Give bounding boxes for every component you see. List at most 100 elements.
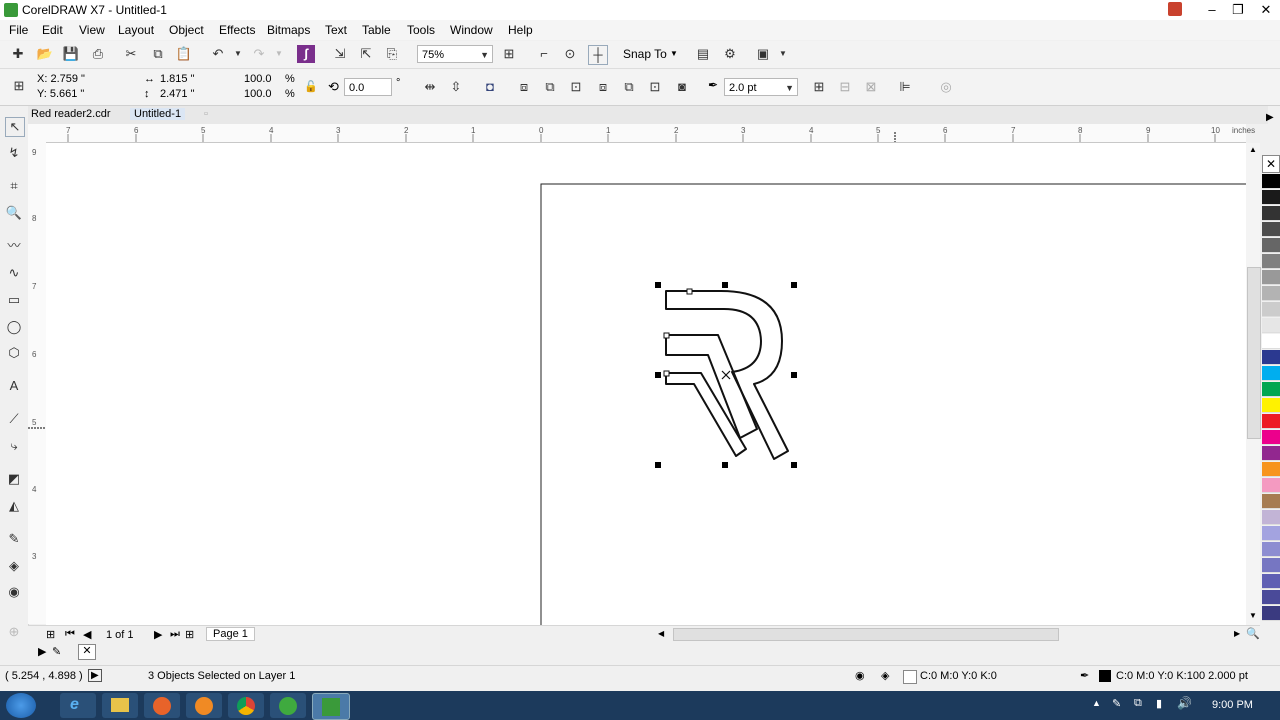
interactive-fill-icon[interactable]: ◈ <box>5 557 23 575</box>
launcher-dropdown-icon[interactable]: ▼ <box>774 45 792 63</box>
cut-icon[interactable]: ✂ <box>122 45 140 63</box>
prev-page-icon[interactable]: ◀ <box>83 628 91 641</box>
menu-object[interactable]: Object <box>169 23 204 37</box>
color-swatch[interactable] <box>1262 446 1280 461</box>
status-play-icon[interactable]: ▶ <box>88 669 102 682</box>
shape-tool-icon[interactable]: ↯ <box>5 144 23 162</box>
zoom-navigator-icon[interactable]: 🔍 <box>1246 627 1260 640</box>
save-icon[interactable]: 💾 <box>62 45 80 63</box>
search-content-icon[interactable]: ʃ <box>297 45 315 63</box>
snap-to-button[interactable]: Snap To <box>623 47 667 61</box>
scale-x-field[interactable]: 100.0 <box>244 73 272 85</box>
tray-pen-icon[interactable]: ✎ <box>1112 697 1121 710</box>
menu-layout[interactable]: Layout <box>118 23 154 37</box>
color-swatch[interactable] <box>1262 286 1280 301</box>
next-page-icon[interactable]: ▶ <box>154 628 162 641</box>
color-swatch[interactable] <box>1262 318 1280 333</box>
show-grid-icon[interactable]: ⊙ <box>561 45 579 63</box>
ellipse-tool-icon[interactable]: ◯ <box>5 318 23 336</box>
vertical-scrollbar[interactable]: ▲ ▼ <box>1246 143 1261 625</box>
scroll-down-icon[interactable]: ▼ <box>1249 611 1257 620</box>
drawing-canvas[interactable] <box>46 143 1246 625</box>
wrap-text-icon[interactable]: ◎ <box>937 78 955 96</box>
create-boundary-icon[interactable]: ◙ <box>673 78 691 96</box>
outline-width-combo[interactable]: 2.0 pt ▼ <box>724 78 798 96</box>
fill-bucket-icon[interactable]: ◈ <box>881 669 889 682</box>
color-swatch[interactable] <box>1262 190 1280 205</box>
horizontal-scroll-thumb[interactable] <box>673 628 1059 641</box>
vertical-ruler[interactable]: 9 8 7 6 5 4 3 <box>28 142 47 624</box>
path-node[interactable] <box>663 370 670 377</box>
last-page-icon[interactable]: ⏭ <box>170 628 180 641</box>
fill-color-swatch[interactable] <box>903 670 917 684</box>
eyedropper-icon[interactable]: ✎ <box>5 530 23 548</box>
volume-icon[interactable]: 🔊 <box>1177 696 1192 710</box>
intersect-icon[interactable]: ⊡ <box>567 78 585 96</box>
new-document-icon[interactable]: ✚ <box>9 45 27 63</box>
lock-ratio-icon[interactable]: 🔓 <box>304 80 318 93</box>
no-color-swatch[interactable]: ✕ <box>1262 155 1280 173</box>
docker-arrow-icon[interactable]: ▶ <box>1266 112 1274 123</box>
connector-tool-icon[interactable]: ⤷ <box>5 437 23 455</box>
r-shape-middle[interactable] <box>665 334 758 439</box>
color-swatch[interactable] <box>1262 574 1280 589</box>
taskbar-coreldraw[interactable] <box>312 693 350 720</box>
ruler-corner[interactable] <box>28 124 47 143</box>
mirror-vertical-icon[interactable]: ⇳ <box>447 78 465 96</box>
add-page-after-icon[interactable]: ⊞ <box>185 628 194 641</box>
color-swatch[interactable] <box>1262 510 1280 525</box>
polygon-tool-icon[interactable]: ⬡ <box>5 344 23 362</box>
open-icon[interactable]: 📂 <box>36 45 54 63</box>
menu-table[interactable]: Table <box>362 23 391 37</box>
minimize-button[interactable]: – <box>1198 0 1226 20</box>
paste-icon[interactable]: 📋 <box>175 45 193 63</box>
color-swatch[interactable] <box>1262 526 1280 541</box>
menu-text[interactable]: Text <box>325 23 347 37</box>
taskbar-internet-explorer[interactable]: e <box>60 693 96 718</box>
start-button[interactable] <box>6 693 36 718</box>
show-guidelines-icon[interactable]: ┼ <box>588 45 608 65</box>
y-position-field[interactable]: Y: 5.661 " <box>37 88 84 100</box>
align-icon[interactable]: ⊫ <box>896 78 914 96</box>
tray-expand-icon[interactable]: ▲ <box>1092 698 1101 708</box>
add-tool-icon[interactable]: ⊕ <box>5 623 23 641</box>
menu-effects[interactable]: Effects <box>219 23 255 37</box>
add-page-icon[interactable]: ⊞ <box>46 628 55 641</box>
user-icon[interactable] <box>1168 2 1182 16</box>
color-swatch[interactable] <box>1262 606 1280 621</box>
weld-icon[interactable]: ⧈ <box>515 78 533 96</box>
color-swatch[interactable] <box>1262 350 1280 365</box>
ungroup-all-icon[interactable]: ⊠ <box>862 78 880 96</box>
color-swatch[interactable] <box>1262 238 1280 253</box>
freehand-tool-icon[interactable]: 〰 <box>5 237 23 255</box>
undo-icon[interactable]: ↶ <box>209 45 227 63</box>
outline-pen-icon[interactable]: ✒ <box>1080 669 1089 682</box>
rotation-center-icon[interactable] <box>721 370 731 380</box>
path-node[interactable] <box>663 332 670 339</box>
color-swatch[interactable] <box>1262 382 1280 397</box>
tab-red-reader2[interactable]: Red reader2.cdr <box>31 108 111 120</box>
ungroup-icon[interactable]: ⊟ <box>836 78 854 96</box>
color-swatch[interactable] <box>1262 478 1280 493</box>
scroll-left-icon[interactable]: ◀ <box>658 629 664 638</box>
horizontal-ruler[interactable]: 7 6 5 4 3 2 1 0 1 2 3 4 5 6 7 8 9 10 inc… <box>46 124 1255 143</box>
page-tab[interactable]: Page 1 <box>206 627 255 641</box>
smart-fill-icon[interactable]: ◉ <box>5 583 23 601</box>
color-proof-icon[interactable]: ◉ <box>855 669 865 682</box>
snap-to-dropdown-icon[interactable]: ▼ <box>670 49 678 58</box>
show-rulers-icon[interactable]: ⌐ <box>535 45 553 63</box>
back-minus-front-icon[interactable]: ⊡ <box>646 78 664 96</box>
drop-shadow-icon[interactable]: ◩ <box>5 470 23 488</box>
menu-tools[interactable]: Tools <box>407 23 435 37</box>
align-distribute-icon[interactable]: ⊞ <box>810 78 828 96</box>
r-shape-outer[interactable] <box>665 290 789 460</box>
options-icon[interactable]: ▤ <box>694 45 712 63</box>
taskbar-file-explorer[interactable] <box>102 693 138 718</box>
color-swatch[interactable] <box>1262 222 1280 237</box>
color-swatch[interactable] <box>1262 494 1280 509</box>
menu-bitmaps[interactable]: Bitmaps <box>267 23 310 37</box>
scale-y-field[interactable]: 100.0 <box>244 88 272 100</box>
width-field[interactable]: 1.815 " <box>160 73 195 85</box>
taskbar-corel-connect[interactable] <box>270 693 306 718</box>
taskbar-chrome[interactable] <box>228 693 264 718</box>
